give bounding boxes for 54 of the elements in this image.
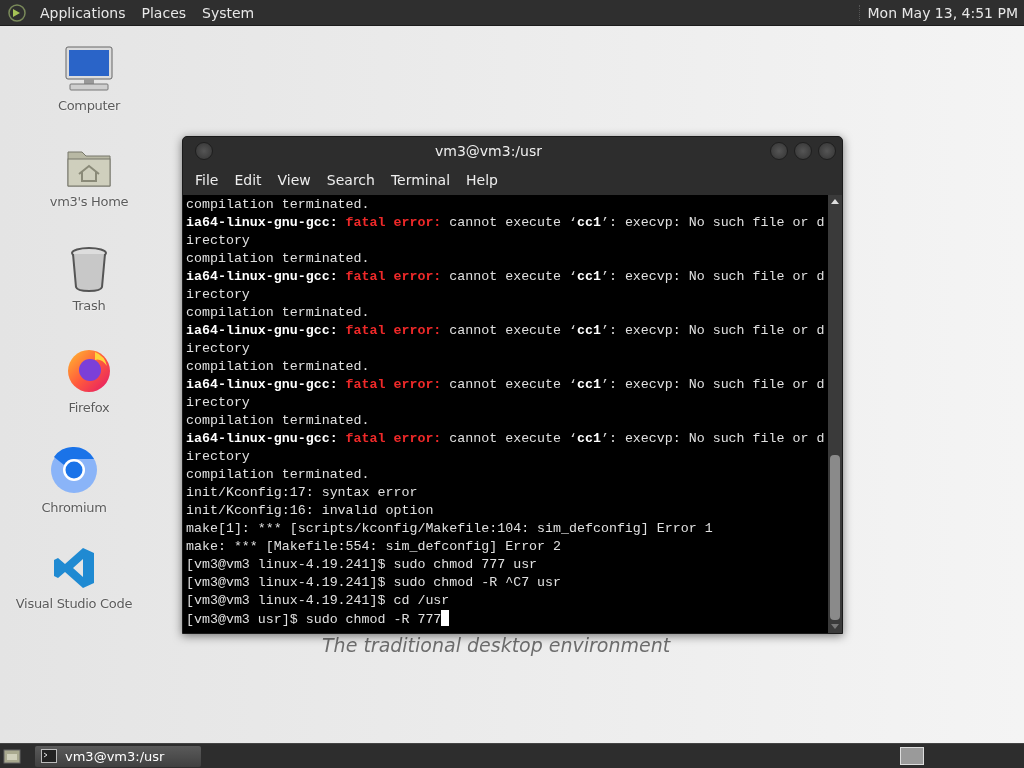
code-editor-icon <box>52 546 96 590</box>
taskbar-button[interactable]: vm3@vm3:/usr <box>35 745 201 767</box>
maximize-button[interactable] <box>794 142 812 160</box>
close-button[interactable] <box>818 142 836 160</box>
chromium-icon <box>50 446 98 494</box>
logo-icon[interactable] <box>8 3 26 22</box>
terminal-line: ia64-linux-gnu-gcc: fatal error: cannot execute ‘cc1’: execvp: No such file or d <box>186 377 825 392</box>
panel-menu[interactable]: System <box>194 4 263 21</box>
terminal-line: init/Kconfig:17: syntax error <box>186 485 418 500</box>
menu-item[interactable]: Terminal <box>382 172 459 188</box>
terminal-line: [vm3@vm3 usr]$ sudo chmod -R 777 <box>186 612 442 627</box>
terminal-line: make[1]: *** [scripts/kconfig/Makefile:104: sim_defconfig] Error 1 <box>186 521 713 536</box>
show-desktop-icon[interactable] <box>3 748 21 764</box>
menu-item[interactable]: Search <box>318 172 383 188</box>
workspace-switcher[interactable] <box>900 747 924 765</box>
minimize-button[interactable] <box>770 142 788 160</box>
terminal-line: [vm3@vm3 linux-4.19.241]$ cd /usr <box>186 593 450 608</box>
terminal-line: ia64-linux-gnu-gcc: fatal error: cannot execute ‘cc1’: execvp: No such file or d <box>186 431 825 446</box>
text-cursor <box>441 610 450 626</box>
monitor-icon <box>64 46 114 92</box>
terminal-line: compilation terminated. <box>186 359 370 374</box>
terminal-line: irectory <box>186 341 250 356</box>
terminal-line: irectory <box>186 449 250 464</box>
window-menu-button[interactable] <box>195 142 213 160</box>
terminal-line: irectory <box>186 233 250 248</box>
terminal-line: irectory <box>186 395 250 410</box>
terminal-icon <box>41 749 57 763</box>
scroll-up-icon[interactable] <box>831 199 839 204</box>
scroll-down-icon[interactable] <box>831 624 839 629</box>
desktop-tagline: The traditional desktop environment <box>322 634 671 656</box>
panel-menu[interactable]: Places <box>133 4 195 21</box>
window-title: vm3@vm3:/usr <box>434 143 543 159</box>
terminal-line: [vm3@vm3 linux-4.19.241]$ sudo chmod 777 usr <box>186 557 538 572</box>
terminal-line: compilation terminated. <box>186 305 370 320</box>
terminal-line: ia64-linux-gnu-gcc: fatal error: cannot execute ‘cc1’: execvp: No such file or d <box>186 215 825 230</box>
terminal-line: compilation terminated. <box>186 413 370 428</box>
terminal-line: compilation terminated. <box>186 467 370 482</box>
terminal-line: init/Kconfig:16: invalid option <box>186 503 434 518</box>
clock[interactable]: Mon May 13, 4:51 PM <box>858 4 1024 21</box>
panel-menu[interactable]: Applications <box>32 4 134 21</box>
terminal-line: compilation terminated. <box>186 251 370 266</box>
menu-item[interactable]: File <box>187 172 227 188</box>
menu-item[interactable]: View <box>269 172 319 188</box>
scrollbar[interactable] <box>828 195 842 633</box>
scrollbar-thumb[interactable] <box>830 455 840 620</box>
terminal-line: irectory <box>186 287 250 302</box>
terminal-line: make: *** [Makefile:554: sim_defconfig] Error 2 <box>186 539 562 554</box>
terminal-line: compilation terminated. <box>186 197 370 212</box>
menu-item[interactable]: Help <box>458 172 506 188</box>
menu-item[interactable]: Edit <box>226 172 270 188</box>
terminal-line: [vm3@vm3 linux-4.19.241]$ sudo chmod -R ^C7 usr <box>186 575 562 590</box>
trash-icon <box>69 246 109 292</box>
terminal-line: ia64-linux-gnu-gcc: fatal error: cannot execute ‘cc1’: execvp: No such file or d <box>186 323 825 338</box>
terminal-line: ia64-linux-gnu-gcc: fatal error: cannot execute ‘cc1’: execvp: No such file or d <box>186 269 825 284</box>
